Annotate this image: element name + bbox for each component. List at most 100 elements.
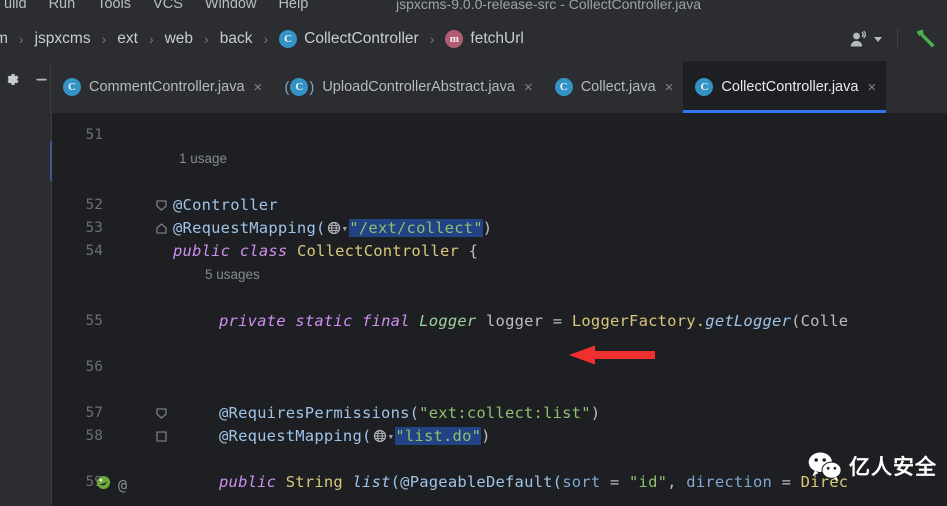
string-list-do[interactable]: "list.do" xyxy=(395,427,482,445)
divider xyxy=(897,28,898,50)
breadcrumb-item-back[interactable]: back xyxy=(217,28,256,50)
menu-run[interactable]: Run xyxy=(38,0,87,17)
param-sort: sort xyxy=(562,473,601,491)
breadcrumb-separator-icon: › xyxy=(204,31,209,47)
annotation-requestmapping: @RequestMapping( xyxy=(219,427,372,445)
code-content[interactable]: 1 usage @Controller @RequestMapping(▾"/e… xyxy=(165,113,947,506)
tab-collect[interactable]: C Collect.java × xyxy=(543,61,684,113)
code-line-52: @Controller xyxy=(173,194,278,217)
breadcrumb-separator-icon: › xyxy=(18,31,24,47)
type-logger: Logger xyxy=(419,312,477,330)
close-icon[interactable]: × xyxy=(524,80,533,95)
code-line-58: @RequestMapping( ▾"list.do") xyxy=(219,425,491,448)
minimize-icon[interactable] xyxy=(34,72,49,92)
breadcrumb-item-fetchurl[interactable]: m fetchUrl xyxy=(442,28,526,50)
web-url-icon[interactable] xyxy=(327,219,341,235)
menu-window[interactable]: Window xyxy=(194,0,268,17)
class-icon: C xyxy=(554,78,573,96)
menu-vcs[interactable]: VCS xyxy=(142,0,194,17)
tab-uploadcontrollerabstract[interactable]: (C) UploadControllerAbstract.java × xyxy=(272,61,542,113)
paren-close: ) xyxy=(481,427,491,445)
annotation-pageabledefault: (@PageableDefault( xyxy=(390,473,563,491)
web-url-icon[interactable] xyxy=(373,427,387,443)
breadcrumb-item-root[interactable]: m xyxy=(0,28,11,50)
type-loggerfactory: LoggerFactory. xyxy=(571,312,706,330)
breadcrumb-label: CollectController xyxy=(304,30,419,47)
breadcrumb-item-web[interactable]: web xyxy=(162,28,196,50)
paren-close: ) xyxy=(590,404,601,422)
spring-bean-icon[interactable] xyxy=(96,475,111,495)
breadcrumb: m › jspxcms › ext › web › back › C Colle… xyxy=(0,28,527,50)
brace-open: { xyxy=(468,242,479,260)
tab-collectcontroller[interactable]: C CollectController.java × xyxy=(683,61,887,113)
navigation-bar: m › jspxcms › ext › web › back › C Colle… xyxy=(0,17,947,61)
inlay-hint-usages[interactable]: 1 usage xyxy=(179,147,227,170)
keyword-private: private xyxy=(219,312,286,330)
code-line-54: public class CollectController { xyxy=(173,240,478,263)
line-number: 55 xyxy=(85,313,103,329)
hammer-icon xyxy=(916,29,935,48)
code-editor[interactable]: utermine 51 52 53 54 55 56 57 58 59 xyxy=(0,113,947,506)
chevron-down-icon[interactable]: ▾ xyxy=(388,430,395,443)
editor-gutter[interactable]: 51 52 53 54 55 56 57 58 59 @ xyxy=(52,113,167,506)
user-icon xyxy=(850,30,866,46)
value-direction: Direc xyxy=(800,473,849,491)
chevron-down-icon xyxy=(874,36,882,42)
menu-tools[interactable]: Tools xyxy=(86,0,142,17)
breadcrumb-separator-icon: › xyxy=(263,31,269,47)
keyword-class: class xyxy=(239,242,288,260)
annotation-requirespermissions: @RequiresPermissions( xyxy=(219,404,420,422)
breadcrumb-separator-icon: › xyxy=(429,31,435,47)
menu-help[interactable]: Help xyxy=(267,0,319,17)
string-ext-collect[interactable]: "/ext/collect" xyxy=(349,219,483,237)
operator-assign: = xyxy=(552,312,563,330)
chevron-down-icon[interactable]: ▾ xyxy=(342,222,349,235)
code-line-55: private static final Logger logger = Log… xyxy=(219,310,848,333)
breadcrumb-item-jspxcms[interactable]: jspxcms xyxy=(32,28,94,50)
code-line-57: @RequiresPermissions("ext:collect:list") xyxy=(219,402,600,425)
breadcrumb-item-ext[interactable]: ext xyxy=(114,28,141,50)
inlay-hint-usages[interactable]: 5 usages xyxy=(205,263,260,286)
keyword-final: final xyxy=(362,312,410,330)
code-tail: (Colle xyxy=(791,312,849,330)
editor-tabs: C CommentController.java × (C) UploadCon… xyxy=(51,61,947,113)
line-number: 56 xyxy=(85,359,103,375)
menu-build[interactable]: uild xyxy=(0,0,38,17)
line-number: 52 xyxy=(85,197,103,213)
close-icon[interactable]: × xyxy=(254,80,263,95)
editor-left-strip xyxy=(0,113,52,506)
line-number: 54 xyxy=(85,243,103,259)
breadcrumb-label: fetchUrl xyxy=(470,30,524,47)
paren-close: ) xyxy=(482,219,493,237)
tool-window-strip xyxy=(0,61,51,113)
identifier-logger: logger xyxy=(486,312,544,330)
string-permission: "ext:collect:list" xyxy=(419,404,591,422)
breadcrumb-separator-icon: › xyxy=(148,31,154,47)
method-list: list xyxy=(352,473,391,491)
keyword-public: public xyxy=(173,242,231,260)
close-icon[interactable]: × xyxy=(665,80,674,95)
breadcrumb-item-collectcontroller[interactable]: C CollectController xyxy=(276,28,422,50)
param-direction: direction xyxy=(686,473,773,491)
menu-bar: uild Run Tools VCS Window Help jspxcms-9… xyxy=(0,0,947,18)
class-icon: C xyxy=(279,30,298,48)
comma: , xyxy=(667,473,677,491)
breadcrumb-separator-icon: › xyxy=(101,31,107,47)
build-button[interactable] xyxy=(907,23,943,55)
menu-items: uild Run Tools VCS Window Help xyxy=(0,0,319,17)
profiler-button[interactable] xyxy=(844,27,888,52)
navbar-actions xyxy=(844,17,943,61)
settings-gear-icon[interactable] xyxy=(3,71,20,93)
type-string: String xyxy=(285,473,343,491)
gutter-icons-line-59[interactable]: @ xyxy=(96,475,127,495)
tab-label: CollectController.java xyxy=(721,79,859,95)
annotation-requestmapping: @RequestMapping( xyxy=(173,219,326,237)
close-icon[interactable]: × xyxy=(867,80,876,95)
line-number: 51 xyxy=(85,127,103,143)
tab-label: CommentController.java xyxy=(89,79,245,95)
method-getlogger: getLogger xyxy=(705,312,792,330)
abstract-class-icon: (C) xyxy=(284,78,315,96)
line-number: 53 xyxy=(85,220,103,236)
annotation-at-icon[interactable]: @ xyxy=(118,476,127,494)
tab-commentcontroller[interactable]: C CommentController.java × xyxy=(51,61,272,113)
